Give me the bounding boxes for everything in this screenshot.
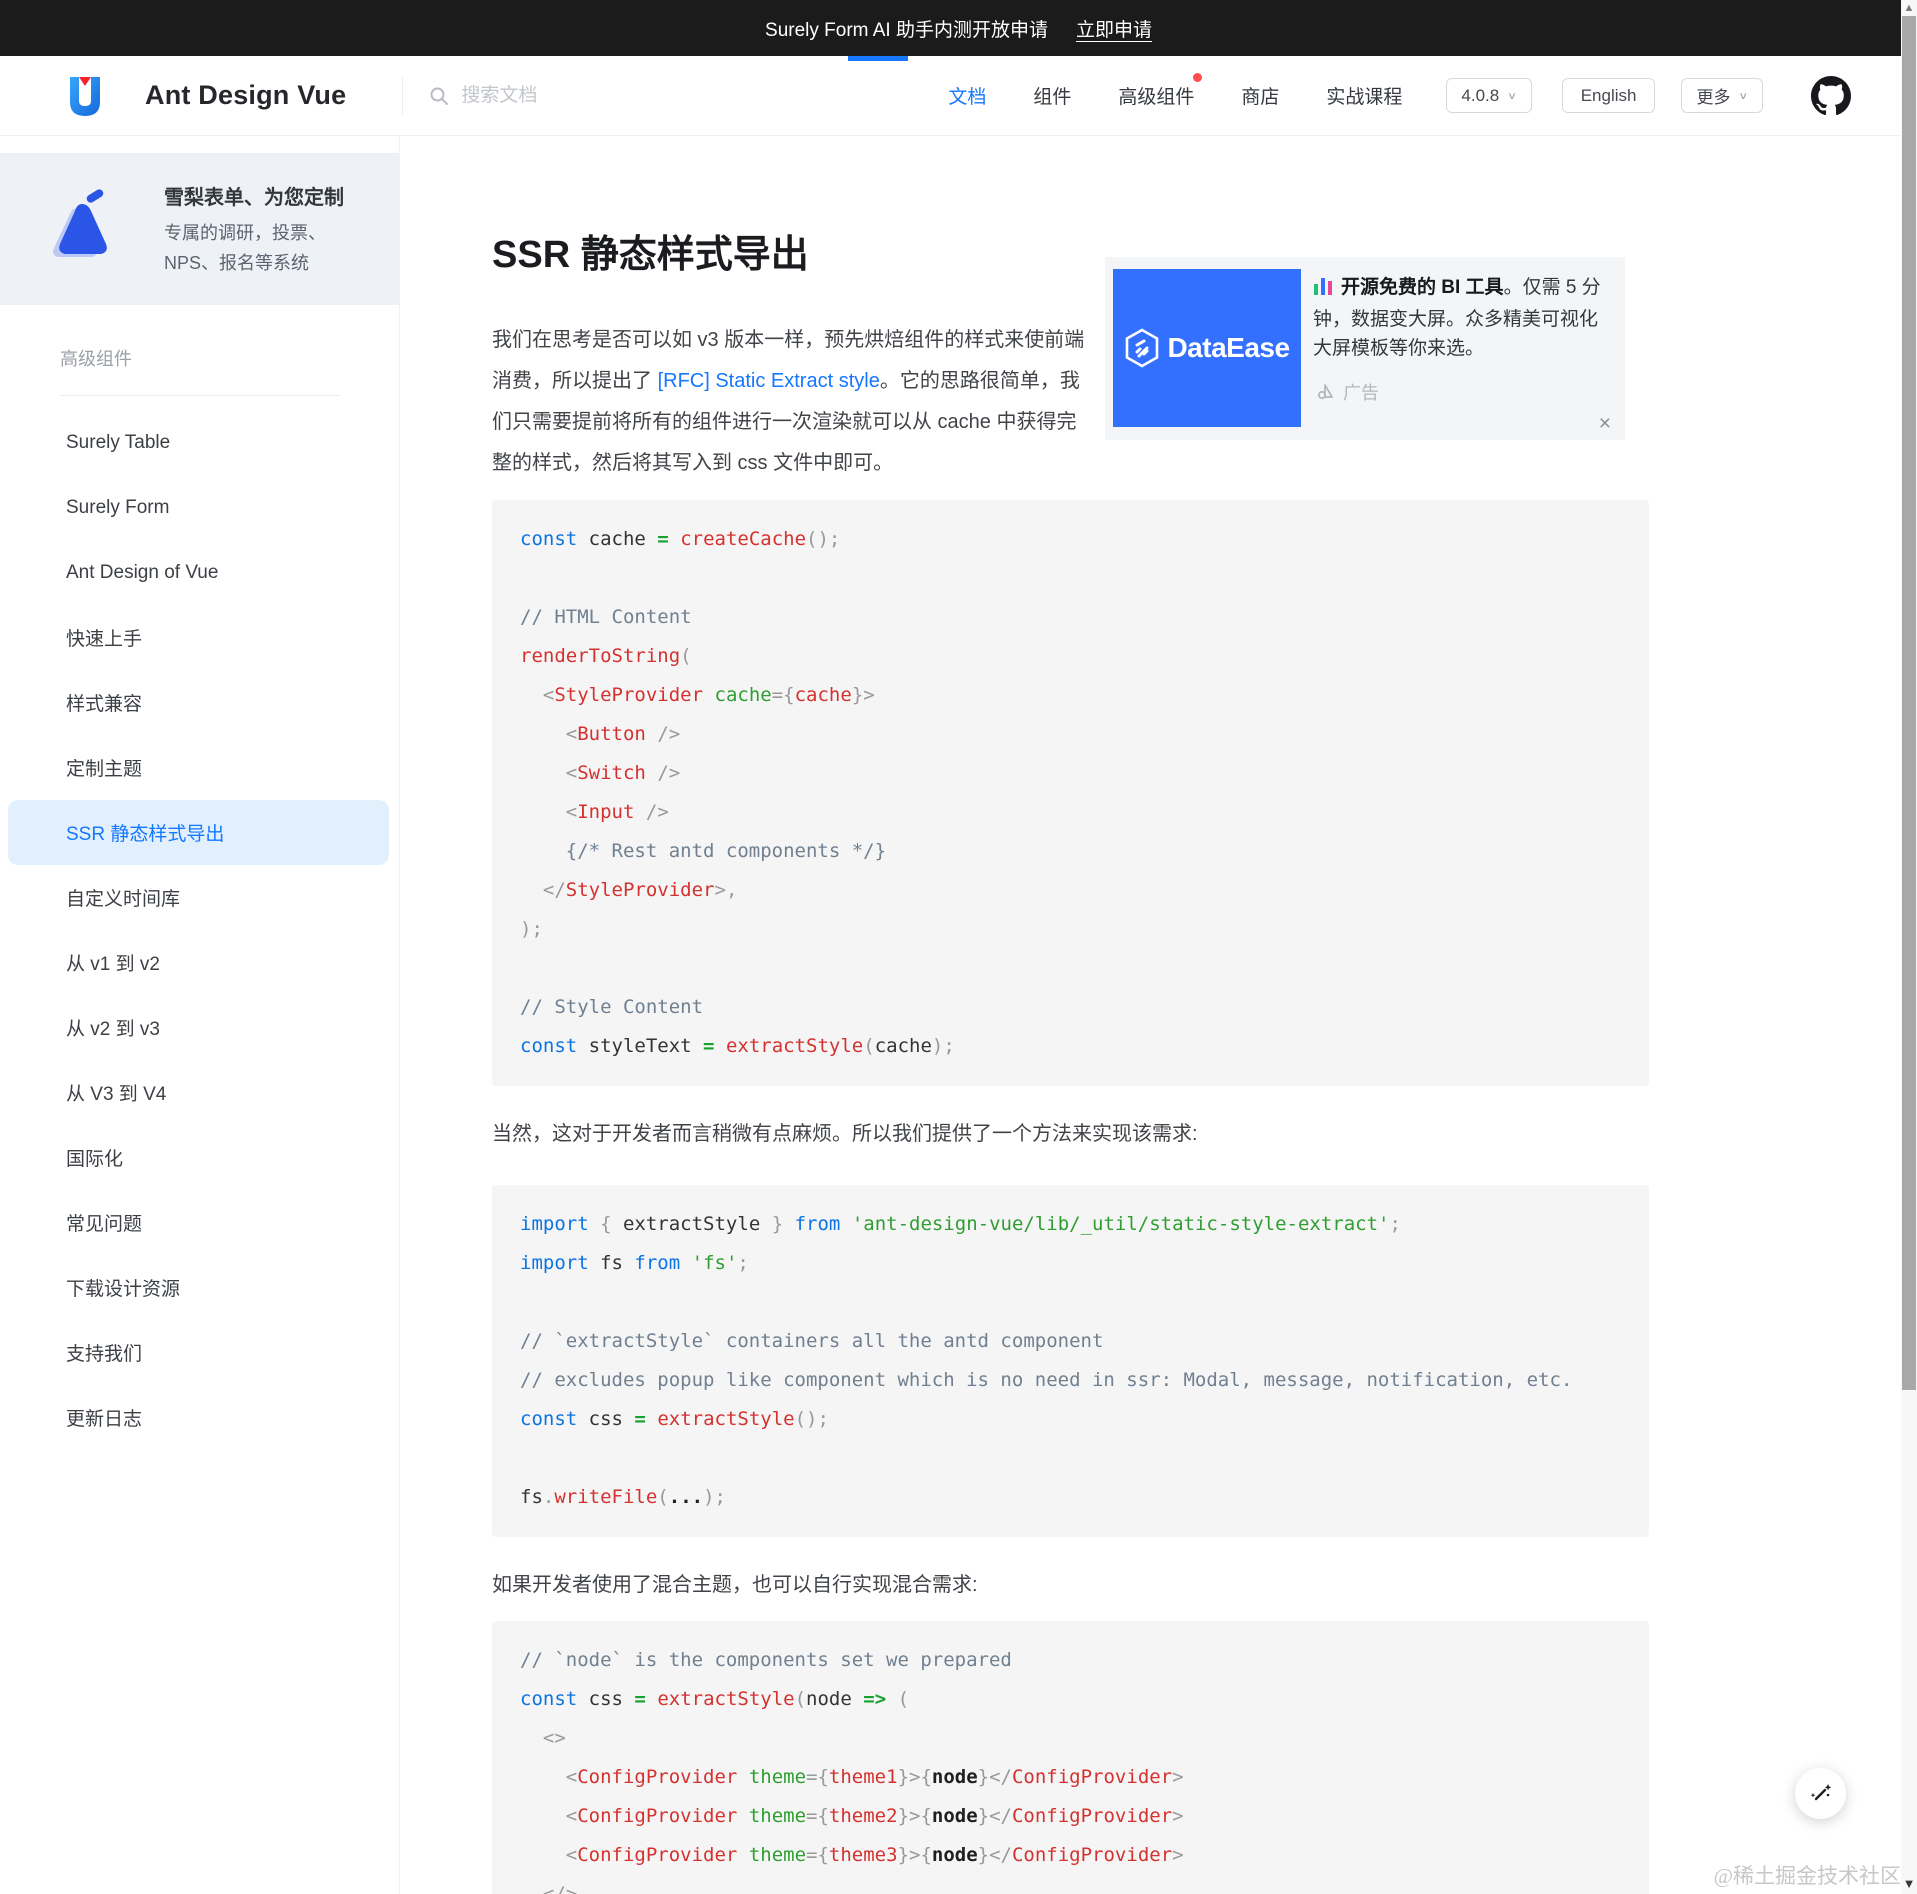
more-menu-button[interactable]: 更多 ∨ bbox=[1681, 78, 1763, 113]
sidebar-item-v2-to-v3[interactable]: 从 v2 到 v3 bbox=[0, 995, 399, 1060]
github-icon[interactable] bbox=[1811, 75, 1851, 116]
sidebar-item-customize-theme[interactable]: 定制主题 bbox=[0, 735, 399, 800]
header-divider bbox=[402, 76, 404, 115]
banner-apply-link[interactable]: 立即申请 bbox=[1076, 15, 1152, 42]
juejin-watermark: @稀土掘金技术社区 bbox=[1713, 1864, 1901, 1888]
active-tab-indicator bbox=[848, 56, 908, 61]
ad-brand-name: DataEase bbox=[1167, 332, 1290, 363]
code-block-extract-style[interactable]: import { extractStyle } from 'ant-design… bbox=[492, 1185, 1649, 1537]
site-title[interactable]: Ant Design Vue bbox=[145, 80, 346, 111]
magic-wand-icon bbox=[1810, 1783, 1831, 1800]
sidebar-menu: Surely Table Surely Form Ant Design of V… bbox=[0, 410, 399, 1450]
scrollbar-thumb[interactable] bbox=[1902, 16, 1916, 1390]
sidebar-item-ssr-static-style[interactable]: SSR 静态样式导出 bbox=[8, 800, 389, 865]
code-block-render-cache[interactable]: const cache = createCache(); // HTML Con… bbox=[492, 500, 1649, 1086]
sidebar-item-support-us[interactable]: 支持我们 bbox=[0, 1320, 399, 1385]
nav-pro-components[interactable]: 高级组件 bbox=[1118, 73, 1203, 109]
version-label: 4.0.8 bbox=[1461, 85, 1500, 105]
sidebar-item-surely-table[interactable]: Surely Table bbox=[0, 410, 399, 475]
sidebar-item-changelog[interactable]: 更新日志 bbox=[0, 1385, 399, 1450]
promo-banner: Surely Form AI 助手内测开放申请 立即申请 bbox=[0, 0, 1917, 56]
scrollbar-up-arrow-icon[interactable]: ▲ bbox=[1901, 2, 1917, 16]
sidebar-item-style-compat[interactable]: 样式兼容 bbox=[0, 670, 399, 735]
ad-text: 开源免费的 BI 工具。仅需 5 分钟，数据变大屏。众多精美可视化大屏模板等你来… bbox=[1313, 273, 1613, 363]
sidebar-divider bbox=[60, 395, 340, 396]
sidebar: 雪梨表单、为您定制 专属的调研，投票、 NPS、报名等系统 高级组件 Surel… bbox=[0, 136, 400, 1894]
code-block-mixed-theme[interactable]: // `node` is the components set we prepa… bbox=[492, 1621, 1649, 1894]
ad-text-bold: 开源免费的 BI 工具 bbox=[1341, 277, 1504, 298]
ant-design-vue-logo-icon[interactable] bbox=[67, 75, 103, 117]
chevron-down-icon: ∨ bbox=[1507, 89, 1517, 101]
more-label: 更多 bbox=[1696, 88, 1731, 107]
promo-desc-line2: NPS、报名等系统 bbox=[164, 252, 310, 273]
sidebar-section-label: 高级组件 bbox=[60, 349, 132, 369]
sidebar-promo-card[interactable]: 雪梨表单、为您定制 专属的调研，投票、 NPS、报名等系统 bbox=[0, 153, 399, 305]
header-nav: 文档 组件 高级组件 商店 实战课程 bbox=[948, 73, 1402, 109]
sidebar-item-faq[interactable]: 常见问题 bbox=[0, 1190, 399, 1255]
paragraph-extract-helper: 当然，这对于开发者而言稍微有点麻烦。所以我们提供了一个方法来实现该需求: bbox=[492, 1123, 1198, 1145]
dataease-logo[interactable]: DataEase bbox=[1113, 269, 1301, 427]
search-icon bbox=[430, 87, 449, 105]
new-badge-dot bbox=[1193, 73, 1203, 82]
sidebar-item-v1-to-v2[interactable]: 从 v1 到 v2 bbox=[0, 930, 399, 995]
sidebar-item-design-resources[interactable]: 下载设计资源 bbox=[0, 1255, 399, 1320]
intro-paragraph: 我们在思考是否可以如 v3 版本一样，预先烘焙组件的样式来使前端消费，所以提出了… bbox=[492, 320, 1096, 484]
chevron-down-icon: ∨ bbox=[1738, 89, 1748, 101]
language-button[interactable]: English bbox=[1561, 78, 1656, 113]
main-content: SSR 静态样式导出 DataEase 开源免费的 BI 工具。仅需 5 分钟，… bbox=[400, 136, 1917, 1894]
ad-card[interactable]: DataEase 开源免费的 BI 工具。仅需 5 分钟，数据变大屏。众多精美可… bbox=[1105, 257, 1625, 440]
nav-courses[interactable]: 实战课程 bbox=[1326, 82, 1402, 109]
search-input[interactable] bbox=[461, 84, 692, 107]
ad-label: 广告 bbox=[1343, 383, 1379, 403]
page-scrollbar[interactable]: ▲ ▼ bbox=[1901, 0, 1917, 1894]
promo-title: 雪梨表单、为您定制 bbox=[164, 186, 344, 209]
carbon-ads-icon bbox=[1317, 384, 1333, 400]
nav-pro-components-label: 高级组件 bbox=[1118, 87, 1195, 108]
language-label: English bbox=[1580, 85, 1637, 105]
version-select[interactable]: 4.0.8 ∨ bbox=[1446, 78, 1532, 113]
bar-chart-icon bbox=[1313, 276, 1335, 305]
sidebar-item-getting-started[interactable]: 快速上手 bbox=[0, 605, 399, 670]
nav-docs[interactable]: 文档 bbox=[948, 82, 986, 109]
ad-meta: 广告 bbox=[1315, 379, 1379, 405]
nav-components[interactable]: 组件 bbox=[1033, 82, 1071, 109]
sidebar-item-surely-form[interactable]: Surely Form bbox=[0, 475, 399, 540]
sidebar-item-i18n[interactable]: 国际化 bbox=[0, 1125, 399, 1190]
banner-text: Surely Form AI 助手内测开放申请 bbox=[765, 19, 1048, 41]
sidebar-item-custom-date-lib[interactable]: 自定义时间库 bbox=[0, 865, 399, 930]
pear-logo-icon bbox=[53, 189, 107, 257]
header: Ant Design Vue 文档 组件 高级组件 商店 实战课程 4.0.8 … bbox=[0, 56, 1917, 136]
dataease-hexagon-icon bbox=[1126, 328, 1159, 368]
sidebar-item-ant-design-of-vue[interactable]: Ant Design of Vue bbox=[0, 540, 399, 605]
promo-desc-line1: 专属的调研，投票、 bbox=[164, 222, 326, 243]
rfc-link[interactable]: [RFC] Static Extract style bbox=[658, 370, 880, 392]
sidebar-item-v3-to-v4[interactable]: 从 V3 到 V4 bbox=[0, 1060, 399, 1125]
ad-close-icon[interactable]: × bbox=[1599, 413, 1611, 434]
scrollbar-down-arrow-icon[interactable]: ▼ bbox=[1901, 1876, 1917, 1892]
search-box[interactable] bbox=[429, 84, 692, 107]
paragraph-mixed-theme: 如果开发者使用了混合主题，也可以自行实现混合需求: bbox=[492, 1574, 978, 1596]
theme-editor-fab[interactable] bbox=[1795, 1768, 1846, 1819]
nav-store[interactable]: 商店 bbox=[1241, 82, 1279, 109]
